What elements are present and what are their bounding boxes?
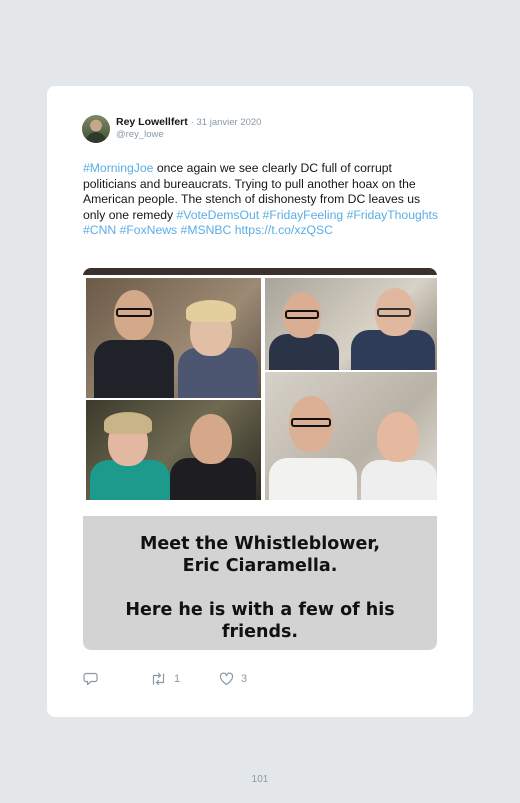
tweet-date[interactable]: · 31 janvier 2020	[191, 117, 262, 128]
person-shape	[190, 414, 232, 464]
caption-line: Eric Ciaramella.	[182, 556, 338, 576]
url-link[interactable]: https://t.co/xzQSC	[235, 223, 333, 237]
author-handle[interactable]: @rey_lowe	[116, 129, 164, 140]
tweet-card: Rey Lowellfert · 31 janvier 2020 @rey_lo…	[47, 86, 473, 717]
image-caption: Meet the Whistleblower, Eric Ciaramella.…	[83, 516, 437, 650]
tweet-actions: 1 3	[83, 672, 443, 692]
tweet-text: #MorningJoe once again we see clearly DC…	[83, 161, 443, 239]
glasses-shape	[285, 310, 319, 319]
hair-shape	[104, 412, 152, 434]
reply-button[interactable]	[83, 672, 105, 686]
media-top-border	[83, 268, 437, 275]
reply-icon	[83, 672, 98, 686]
collage-photo-4	[265, 372, 437, 500]
author-name[interactable]: Rey Lowellfert	[116, 116, 188, 128]
person-shape	[377, 412, 419, 462]
hashtag-link[interactable]: #MSNBC	[181, 223, 232, 237]
person-shape	[178, 348, 258, 398]
person-shape	[361, 460, 437, 500]
person-shape	[170, 458, 256, 500]
hashtag-link[interactable]: #MorningJoe	[83, 161, 153, 175]
page-number: 101	[251, 774, 269, 785]
tweet-header: Rey Lowellfert · 31 janvier 2020	[116, 116, 261, 128]
collage-photo-1	[86, 278, 261, 398]
hashtag-link[interactable]: #FridayThoughts	[347, 208, 438, 222]
retweet-count: 1	[174, 673, 181, 685]
glasses-shape	[116, 308, 152, 317]
collage-photo-3	[86, 400, 261, 500]
hashtag-link[interactable]: #FridayFeeling	[263, 208, 344, 222]
hair-shape	[186, 300, 236, 322]
retweet-icon	[152, 672, 165, 686]
glasses-shape	[291, 418, 331, 427]
person-shape	[269, 334, 339, 370]
hashtag-link[interactable]: #CNN	[83, 223, 116, 237]
avatar-figure	[86, 132, 106, 143]
retweet-button[interactable]: 1	[150, 672, 180, 686]
like-button[interactable]: 3	[219, 672, 247, 686]
hashtag-link[interactable]: #VoteDemsOut	[177, 208, 260, 222]
person-shape	[351, 330, 435, 370]
person-shape	[94, 340, 174, 398]
like-count: 3	[241, 673, 248, 685]
tweet-media[interactable]: Meet the Whistleblower, Eric Ciaramella.…	[83, 268, 437, 650]
heart-icon	[219, 672, 234, 686]
caption-line: friends.	[221, 622, 299, 642]
collage-photo-2	[265, 278, 437, 370]
person-shape	[90, 460, 170, 500]
caption-line: Here he is with a few of his	[125, 600, 395, 620]
avatar[interactable]	[82, 115, 110, 143]
person-shape	[269, 458, 357, 500]
hashtag-link[interactable]: #FoxNews	[120, 223, 178, 237]
glasses-shape	[377, 308, 411, 317]
caption-line: Meet the Whistleblower,	[139, 534, 381, 554]
